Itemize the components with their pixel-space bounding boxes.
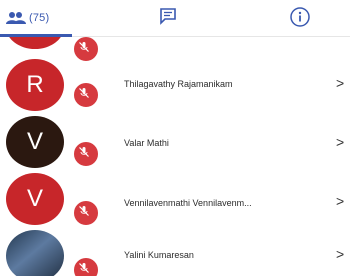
chevron-right-icon[interactable]: >: [336, 246, 344, 262]
list-item[interactable]: V Vennilavenmathi Vennilavenm... >: [0, 173, 350, 227]
microphone-off-icon: [79, 206, 89, 216]
tab-participants[interactable]: (75): [6, 6, 49, 30]
info-icon: [290, 7, 310, 27]
mute-badge: [72, 199, 100, 227]
avatar: V: [6, 173, 64, 225]
contact-name: Thilagavathy Rajamanikam: [124, 79, 233, 89]
microphone-off-icon: [79, 263, 89, 273]
tab-chat[interactable]: [159, 7, 177, 30]
people-icon: [6, 12, 26, 24]
list-item[interactable]: V Valar Mathi >: [0, 116, 350, 168]
contact-name: Valar Mathi: [124, 138, 169, 148]
mute-badge: [72, 256, 100, 276]
avatar: V: [6, 116, 64, 168]
tab-info[interactable]: [289, 6, 311, 33]
tab-bar: (75): [0, 0, 350, 37]
chevron-right-icon[interactable]: >: [336, 134, 344, 150]
microphone-off-icon: [79, 42, 89, 52]
contact-name: Vennilavenmathi Vennilavenm...: [124, 198, 252, 208]
list-item[interactable]: Yalini Kumaresan >: [0, 230, 350, 276]
avatar: [6, 230, 64, 276]
list-item[interactable]: R Thilagavathy Rajamanikam >: [0, 59, 350, 111]
microphone-off-icon: [79, 88, 89, 98]
microphone-off-icon: [79, 147, 89, 157]
mute-badge: [72, 81, 100, 109]
participant-list[interactable]: R Thilagavathy Rajamanikam > V Valar Mat…: [0, 37, 350, 276]
chevron-right-icon[interactable]: >: [336, 75, 344, 91]
chat-icon: [160, 8, 176, 25]
mute-badge: [72, 140, 100, 168]
avatar: [6, 37, 64, 49]
contact-name: Yalini Kumaresan: [124, 250, 194, 260]
participants-count: (75): [29, 12, 50, 24]
chevron-right-icon[interactable]: >: [336, 193, 344, 209]
avatar: R: [6, 59, 64, 111]
